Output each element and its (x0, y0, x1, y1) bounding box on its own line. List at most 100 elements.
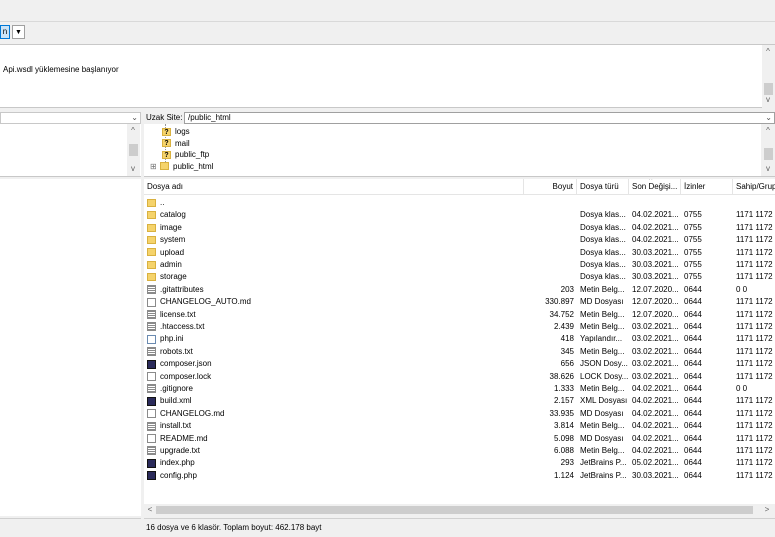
app-file-icon (147, 396, 156, 406)
table-row[interactable]: build.xml 2.157 XML Dosyası 04.02.2021... 06… (144, 395, 775, 407)
table-row[interactable]: catalog Dosya klas... 04.02.2021... 0755 117… (144, 209, 775, 221)
table-row[interactable]: admin Dosya klas... 30.03.2021... 0755 1171 … (144, 259, 775, 271)
remote-list-hscrollbar[interactable]: < > (144, 504, 775, 516)
table-row[interactable]: license.txt 34.752 Metin Belg... 12.07.2020… (144, 309, 775, 321)
local-tree-scrollbar[interactable]: ^ v (127, 124, 140, 176)
chevron-down-icon[interactable]: ⌄ (131, 113, 138, 122)
cell-modified: 04.02.2021... (632, 446, 679, 455)
table-row[interactable]: .gitattributes 203 Metin Belg... 12.07.2020… (144, 284, 775, 296)
scroll-thumb[interactable] (129, 144, 138, 156)
table-row[interactable]: php.ini 418 Yapılandır... 03.02.2021... 0644… (144, 333, 775, 345)
table-row[interactable]: .htaccess.txt 2.439 Metin Belg... 03.02.202… (144, 321, 775, 333)
cell-type: LOCK Dosy... (580, 371, 629, 381)
remote-tree-scrollbar[interactable]: ^ v (761, 124, 775, 176)
remote-site-input[interactable]: /public_html ⌄ (184, 112, 775, 124)
cell-type: Metin Belg... (580, 284, 625, 294)
cell-owner: 1171 1172 (736, 396, 773, 406)
cell-name: .gitattributes (147, 284, 521, 296)
local-file-list[interactable] (0, 179, 141, 516)
log-line: Api.wsdl yüklemesine başlanıyor (3, 65, 119, 74)
cell-perms: 0644 (684, 334, 702, 344)
table-row[interactable]: storage Dosya klas... 30.03.2021... 0755 117… (144, 271, 775, 283)
tree-item[interactable]: ? mail (162, 138, 190, 150)
scroll-thumb[interactable] (764, 83, 773, 95)
cell-size: 3.814 (553, 421, 574, 431)
scroll-down-icon[interactable]: v (762, 164, 774, 174)
remote-file-list[interactable]: Dosya adı Boyut Dosya türü Son Değişi...… (144, 179, 775, 504)
cell-name: storage (147, 271, 521, 283)
chevron-down-icon[interactable]: ⌄ (765, 113, 772, 123)
cell-type: Metin Belg... (580, 322, 625, 331)
column-header-size[interactable]: Boyut (524, 179, 577, 194)
log-scrollbar[interactable]: ^ v (762, 45, 775, 107)
expand-icon[interactable]: ⊞ (150, 161, 160, 173)
cell-size: 1.124 (553, 470, 574, 480)
table-row[interactable]: image Dosya klas... 04.02.2021... 0755 1171 … (144, 222, 775, 234)
table-row[interactable]: config.php 1.124 JetBrains P... 30.03.2021.… (144, 470, 775, 482)
table-row[interactable]: composer.json 656 JSON Dosy... 03.02.2021..… (144, 358, 775, 370)
text-file-icon (147, 309, 156, 319)
quickconnect-history-button[interactable]: ▼ (12, 25, 25, 39)
cell-type: Dosya klas... (580, 210, 626, 220)
folder-icon (147, 248, 156, 257)
column-header-type[interactable]: Dosya türü (577, 179, 629, 194)
file-name: storage (160, 272, 187, 282)
file-name: upgrade.txt (160, 446, 201, 455)
file-name: README.md (160, 433, 208, 443)
cell-modified: 30.03.2021... (632, 247, 679, 257)
table-row[interactable]: composer.lock 38.626 LOCK Dosy... 03.02.202… (144, 371, 775, 383)
file-name: php.ini (160, 334, 184, 344)
remote-directory-tree[interactable]: ? logs? mail? public_ftp ⊞ public_html ^ v (144, 124, 775, 177)
column-header-perms[interactable]: İzinler (681, 179, 733, 194)
scroll-right-icon[interactable]: > (761, 505, 773, 515)
remote-site-path: /public_html (188, 113, 231, 122)
file-icon (147, 371, 156, 381)
scroll-thumb[interactable] (764, 148, 773, 160)
cell-modified: 30.03.2021... (632, 272, 679, 282)
table-row[interactable]: .gitignore 1.333 Metin Belg... 04.02.2021..… (144, 383, 775, 395)
scroll-left-icon[interactable]: < (144, 505, 156, 515)
cell-modified: 04.02.2021... (632, 421, 679, 431)
table-row[interactable]: upload Dosya klas... 30.03.2021... 0755 1171… (144, 247, 775, 259)
remote-status-text: 16 dosya ve 6 klasör. Toplam boyut: 462.… (146, 523, 322, 532)
column-header-modified[interactable]: Son Değişi... ^ (629, 179, 681, 194)
scroll-down-icon[interactable]: v (127, 164, 139, 174)
table-row[interactable]: install.txt 3.814 Metin Belg... 04.02.2021.… (144, 420, 775, 432)
table-row[interactable]: system Dosya klas... 04.02.2021... 0755 1171… (144, 234, 775, 246)
cell-owner: 1171 1172 (736, 272, 773, 282)
cell-perms: 0644 (684, 309, 702, 319)
cell-owner: 1171 1172 (736, 408, 773, 418)
cell-modified: 03.02.2021... (632, 346, 679, 356)
local-site-dropdown[interactable]: ⌄ (0, 112, 141, 124)
remote-status-bar: 16 dosya ve 6 klasör. Toplam boyut: 462.… (144, 518, 775, 537)
text-file-icon (147, 285, 156, 295)
scroll-up-icon[interactable]: ^ (762, 47, 774, 57)
table-row[interactable]: CHANGELOG.md 33.935 MD Dosyası 04.02.2021..… (144, 408, 775, 420)
table-row[interactable]: robots.txt 345 Metin Belg... 03.02.2021... 0… (144, 346, 775, 358)
chevron-down-icon: ▼ (15, 29, 22, 36)
cell-name: build.xml (147, 395, 521, 407)
scroll-up-icon[interactable]: ^ (127, 126, 139, 136)
quickconnect-button[interactable]: n (0, 25, 10, 39)
tree-item[interactable]: ⊞ public_html (150, 161, 213, 173)
message-log[interactable]: Api.wsdl yüklemesine başlanıyor (0, 45, 762, 108)
scroll-down-icon[interactable]: v (762, 95, 774, 105)
file-icon (147, 409, 156, 419)
cell-modified: 03.02.2021... (632, 322, 679, 331)
table-row[interactable]: README.md 5.098 MD Dosyası 04.02.2021... 064… (144, 433, 775, 445)
cell-size: 418 (560, 334, 574, 344)
column-header-name[interactable]: Dosya adı (144, 179, 524, 194)
tree-item[interactable]: ? logs (162, 126, 190, 138)
cell-size: 345 (560, 346, 574, 356)
column-header-owner[interactable]: Sahip/Grup (733, 179, 775, 194)
scroll-up-icon[interactable]: ^ (762, 126, 774, 136)
table-row[interactable]: CHANGELOG_AUTO.md 330.897 MD Dosyası 12.07.… (144, 296, 775, 308)
folder-icon (147, 211, 156, 220)
scroll-thumb[interactable] (156, 506, 753, 514)
table-row[interactable]: upgrade.txt 6.088 Metin Belg... 04.02.2021.… (144, 445, 775, 457)
table-row[interactable]: index.php 293 JetBrains P... 05.02.2021... 0… (144, 457, 775, 469)
local-directory-tree[interactable]: ^ v (0, 124, 141, 177)
cell-owner: 1171 1172 (736, 421, 773, 431)
tree-item[interactable]: ? public_ftp (162, 149, 209, 161)
table-row[interactable]: .. (144, 197, 775, 209)
